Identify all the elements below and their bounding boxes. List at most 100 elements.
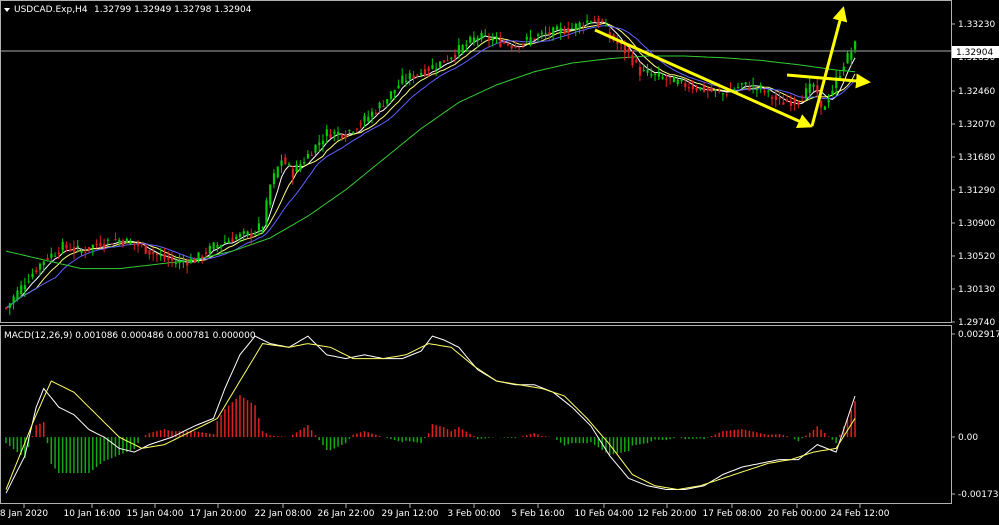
x-tick-label: 26 Jan 22:00 bbox=[318, 509, 375, 519]
candle-body bbox=[816, 85, 819, 93]
candle-body bbox=[367, 116, 370, 122]
candle-body bbox=[182, 261, 185, 263]
candle-body bbox=[344, 134, 347, 138]
x-tick-label: 22 Jan 08:00 bbox=[255, 509, 312, 519]
candle-body bbox=[552, 27, 555, 36]
candle-body bbox=[529, 37, 532, 43]
candle-body bbox=[661, 77, 664, 79]
candle-body bbox=[363, 115, 366, 122]
candle-body bbox=[227, 240, 230, 243]
candle-body bbox=[140, 244, 144, 246]
candle-body bbox=[5, 307, 8, 309]
candle-body bbox=[763, 90, 766, 93]
candle-body bbox=[703, 85, 706, 92]
candle-body bbox=[725, 94, 728, 96]
candle-body bbox=[778, 97, 781, 99]
candle-body bbox=[691, 85, 694, 90]
candle-body bbox=[495, 37, 498, 39]
chart-canvas[interactable]: 1.332301.328501.324601.320701.316801.312… bbox=[0, 0, 999, 521]
x-tick-label: 29 Jan 12:00 bbox=[382, 509, 439, 519]
candle-body bbox=[306, 153, 310, 159]
candle-body bbox=[42, 261, 45, 266]
candle-body bbox=[744, 82, 747, 85]
candle-body bbox=[201, 256, 204, 258]
macd-title: MACD(12,26,9) 0.001086 0.000486 0.000781… bbox=[4, 331, 256, 341]
candle-body bbox=[106, 239, 110, 241]
candle-body bbox=[389, 91, 393, 99]
candle-body bbox=[733, 89, 736, 91]
candle-body bbox=[469, 37, 472, 43]
candle-body bbox=[57, 252, 61, 255]
candle-body bbox=[544, 33, 547, 35]
candle-body bbox=[299, 164, 302, 170]
candle-body bbox=[812, 84, 815, 87]
candle-body bbox=[657, 72, 660, 77]
candle-body bbox=[337, 131, 340, 135]
candle-body bbox=[238, 233, 242, 238]
candle-body bbox=[623, 44, 627, 54]
candle-body bbox=[23, 285, 27, 290]
candle-body bbox=[759, 85, 762, 87]
x-tick-label: 10 Jan 16:00 bbox=[64, 509, 121, 519]
candle-body bbox=[548, 32, 551, 35]
candle-body bbox=[80, 250, 83, 253]
candle-body bbox=[420, 73, 423, 76]
candle-body bbox=[333, 131, 336, 134]
candle-body bbox=[72, 247, 76, 252]
candle-body bbox=[593, 20, 596, 22]
candle-body bbox=[831, 90, 834, 95]
candle-body bbox=[137, 242, 140, 246]
candle-body bbox=[589, 21, 593, 23]
candle-body bbox=[650, 74, 653, 76]
candle-body bbox=[27, 281, 30, 283]
candle-body bbox=[740, 83, 743, 85]
candle-body bbox=[374, 112, 377, 114]
candle-body bbox=[242, 231, 245, 234]
candle-body bbox=[808, 83, 811, 94]
candle-body bbox=[257, 223, 261, 231]
chart-window[interactable]: 1.332301.328501.324601.320701.316801.312… bbox=[0, 0, 999, 521]
price-y-tick-label: 1.29740 bbox=[958, 318, 995, 328]
candle-body bbox=[303, 161, 306, 164]
candle-body bbox=[710, 87, 713, 92]
price-y-tick-label: 1.32070 bbox=[958, 120, 995, 130]
candle-body bbox=[503, 42, 506, 44]
candle-body bbox=[167, 257, 170, 260]
candle-body bbox=[721, 93, 725, 95]
candle-body bbox=[314, 144, 317, 153]
candle-body bbox=[348, 130, 351, 132]
price-y-tick-label: 1.31290 bbox=[958, 186, 995, 196]
candle-body bbox=[269, 184, 272, 205]
candle-body bbox=[559, 27, 562, 33]
candle-body bbox=[340, 134, 344, 139]
candle-body bbox=[272, 173, 276, 185]
x-tick-label: 8 Jan 2020 bbox=[0, 509, 48, 519]
candle-body bbox=[325, 129, 328, 137]
candle-body bbox=[352, 132, 355, 134]
candle-body bbox=[197, 252, 200, 260]
ohlc-values: 1.32799 1.32949 1.32798 1.32904 bbox=[94, 5, 252, 15]
candle-body bbox=[265, 200, 268, 225]
candle-body bbox=[586, 20, 589, 23]
candle-body bbox=[16, 290, 19, 300]
candle-body bbox=[699, 87, 702, 90]
candle-body bbox=[118, 239, 121, 243]
candle-body bbox=[854, 41, 857, 50]
candle-body bbox=[208, 245, 211, 254]
price-y-tick-label: 1.30900 bbox=[958, 219, 995, 229]
candle-body bbox=[521, 43, 525, 45]
price-y-tick-label: 1.30130 bbox=[958, 285, 995, 295]
candle-body bbox=[189, 258, 193, 263]
candle-body bbox=[638, 66, 642, 76]
candle-body bbox=[261, 227, 264, 229]
candle-body bbox=[382, 106, 385, 108]
candle-body bbox=[371, 111, 374, 117]
candle-body bbox=[457, 45, 460, 54]
candle-body bbox=[220, 245, 223, 248]
candle-body bbox=[329, 133, 332, 139]
candle-body bbox=[204, 252, 208, 255]
candle-body bbox=[472, 37, 476, 44]
candle-body bbox=[755, 89, 759, 91]
candle-body bbox=[291, 168, 294, 178]
candle-body bbox=[284, 157, 287, 165]
